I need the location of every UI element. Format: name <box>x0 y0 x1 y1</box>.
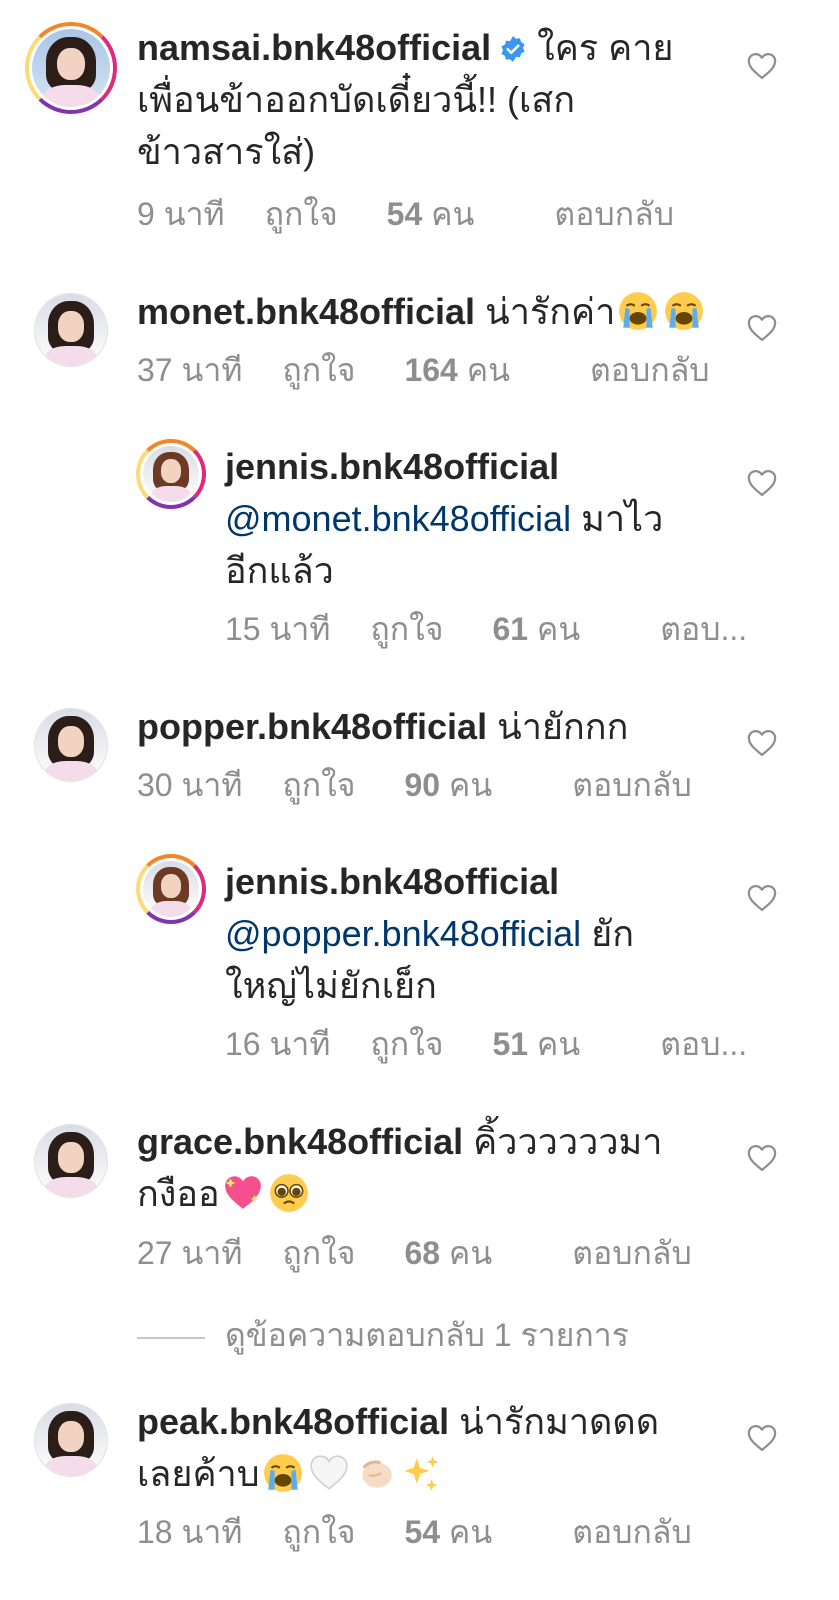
comment-text: peak.bnk48official น่ารักมาดดดเลยค้าบ <box>137 1396 697 1500</box>
avatar[interactable] <box>136 854 206 924</box>
comment-username[interactable]: grace.bnk48official <box>137 1121 463 1162</box>
comment-username[interactable]: namsai.bnk48official <box>137 27 491 68</box>
verified-badge-icon <box>501 36 525 62</box>
heart-outline-icon[interactable] <box>747 729 777 757</box>
comment-text: namsai.bnk48official ใคร คายเพื่อนข้าออกบ… <box>137 22 697 178</box>
profile-photo <box>143 446 199 502</box>
mention-link[interactable]: @monet.bnk48official <box>225 498 571 539</box>
mention-link[interactable]: @popper.bnk48official <box>225 913 581 954</box>
comment-username[interactable]: peak.bnk48official <box>137 1401 449 1442</box>
avatar[interactable] <box>136 439 206 509</box>
comment-meta: 16 นาที ถูกใจ 51 คน ตอบ... <box>225 1024 747 1064</box>
sparkles-icon <box>400 1452 442 1494</box>
comment-text: grace.bnk48official คิ้ววววววมากงืออ <box>137 1116 697 1220</box>
comment-meta: 15 นาที ถูกใจ 61 คน ตอบ... <box>225 609 747 649</box>
profile-photo <box>35 294 107 366</box>
profile-photo <box>35 1125 107 1197</box>
comment-meta: 37 นาที ถูกใจ 164 คน ตอบกลับ <box>137 350 750 390</box>
loudly-crying-face-icon <box>617 290 659 332</box>
avatar[interactable] <box>25 22 117 114</box>
avatar[interactable] <box>34 293 108 367</box>
comment-username[interactable]: monet.bnk48official <box>137 291 475 332</box>
like-count[interactable]: ถูกใจ 61 คน <box>370 611 620 647</box>
reply-button[interactable]: ตอบกลับ <box>572 1514 692 1550</box>
comment-time: 27 นาที <box>137 1235 243 1271</box>
avatar[interactable] <box>34 1403 108 1477</box>
comment-text: monet.bnk48official น่ารักค่า <box>137 286 737 338</box>
comment-meta: 18 นาที ถูกใจ 54 คน ตอบกลับ <box>137 1512 732 1552</box>
comment-username[interactable]: jennis.bnk48official <box>225 446 559 487</box>
comment-username[interactable]: jennis.bnk48official <box>225 861 559 902</box>
white-heart-icon <box>308 1452 350 1494</box>
profile-photo <box>35 1404 107 1476</box>
heart-outline-icon[interactable] <box>747 314 777 342</box>
reply-button[interactable]: ตอบกลับ <box>590 352 710 388</box>
comment-time: 18 นาที <box>137 1514 243 1550</box>
profile-photo <box>143 861 199 917</box>
comment-time: 16 นาที <box>225 1026 331 1062</box>
comment-time: 9 นาที <box>137 196 225 232</box>
profile-photo <box>32 29 110 107</box>
comment-body: น่ารักค่า <box>485 291 616 332</box>
like-count[interactable]: ถูกใจ 54 คน <box>265 196 515 232</box>
view-replies-label: ดูข้อความตอบกลับ 1 รายการ <box>225 1317 629 1353</box>
like-count[interactable]: ถูกใจ 90 คน <box>282 767 532 803</box>
sparkling-heart-icon <box>222 1172 264 1214</box>
comment-time: 15 นาที <box>225 611 331 647</box>
comment-body: น่ายักกก <box>497 706 629 747</box>
pleading-face-icon <box>268 1172 310 1214</box>
comment-time: 30 นาที <box>137 767 243 803</box>
reply-button[interactable]: ตอบ... <box>660 1026 747 1062</box>
like-count[interactable]: ถูกใจ 51 คน <box>370 1026 620 1062</box>
profile-photo <box>35 709 107 781</box>
reply-button[interactable]: ตอบกลับ <box>572 767 692 803</box>
avatar[interactable] <box>34 1124 108 1198</box>
comment-text: jennis.bnk48official @monet.bnk48officia… <box>225 441 705 597</box>
comment-meta: 30 นาที ถูกใจ 90 คน ตอบกลับ <box>137 765 732 805</box>
pinching-hand-icon <box>354 1452 396 1494</box>
like-count[interactable]: ถูกใจ 54 คน <box>282 1514 532 1550</box>
heart-outline-icon[interactable] <box>747 884 777 912</box>
comment-username[interactable]: popper.bnk48official <box>137 706 487 747</box>
like-count[interactable]: ถูกใจ 164 คน <box>282 352 550 388</box>
comment-time: 37 นาที <box>137 352 243 388</box>
comment-meta: 27 นาที ถูกใจ 68 คน ตอบกลับ <box>137 1233 732 1273</box>
like-count[interactable]: ถูกใจ 68 คน <box>282 1235 532 1271</box>
reply-button[interactable]: ตอบ... <box>660 611 747 647</box>
comment-text: jennis.bnk48official @popper.bnk48offici… <box>225 856 695 1012</box>
reply-button[interactable]: ตอบกลับ <box>554 196 674 232</box>
avatar[interactable] <box>34 708 108 782</box>
heart-outline-icon[interactable] <box>747 1424 777 1452</box>
view-replies-button[interactable]: ดูข้อความตอบกลับ 1 รายการ <box>137 1315 629 1355</box>
comment-text: popper.bnk48official น่ายักกก <box>137 701 737 753</box>
heart-outline-icon[interactable] <box>747 52 777 80</box>
comment-meta: 9 นาที ถูกใจ 54 คน ตอบกลับ <box>137 194 714 234</box>
heart-outline-icon[interactable] <box>747 1144 777 1172</box>
loudly-crying-face-icon <box>663 290 705 332</box>
loudly-crying-face-icon <box>262 1452 304 1494</box>
divider-line <box>137 1336 205 1339</box>
heart-outline-icon[interactable] <box>747 469 777 497</box>
reply-button[interactable]: ตอบกลับ <box>572 1235 692 1271</box>
